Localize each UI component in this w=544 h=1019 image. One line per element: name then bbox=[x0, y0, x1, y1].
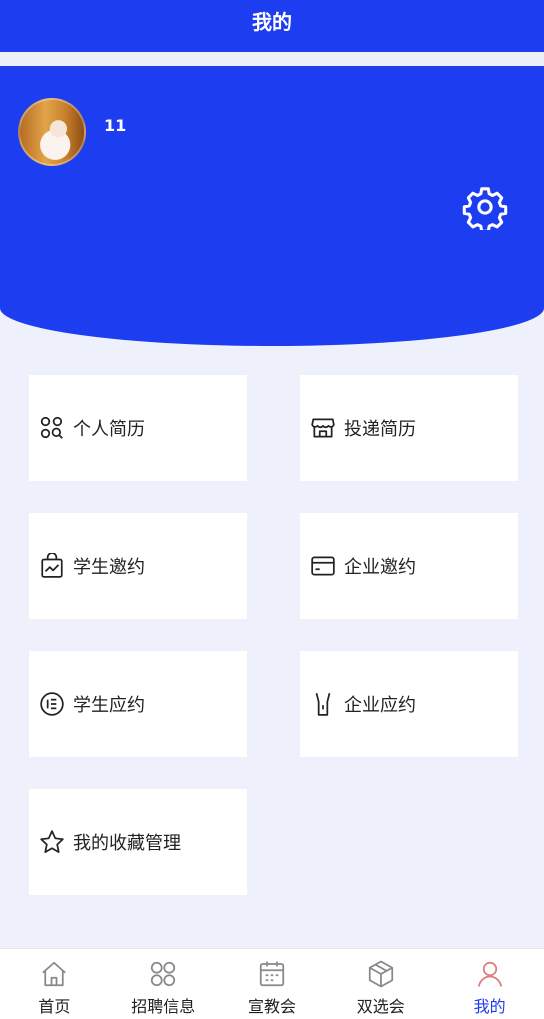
menu-label: 我的收藏管理 bbox=[73, 833, 181, 854]
tab-label: 我的 bbox=[473, 997, 506, 1016]
store-icon bbox=[311, 418, 335, 438]
shopping-bag-chart-icon bbox=[41, 553, 63, 578]
tab-label: 招聘信息 bbox=[131, 997, 196, 1016]
tab-jobs[interactable]: 招聘信息 bbox=[109, 949, 218, 1019]
menu-item-company-invite[interactable]: 企业邀约 bbox=[300, 513, 518, 619]
menu-label: 企业应约 bbox=[344, 695, 416, 716]
username: 11 bbox=[104, 116, 127, 135]
menu-label: 个人简历 bbox=[73, 419, 145, 440]
menu-item-submit-resume[interactable]: 投递简历 bbox=[300, 375, 518, 481]
calendar-icon bbox=[259, 961, 285, 987]
tab-label: 首页 bbox=[38, 997, 71, 1016]
tab-label: 双选会 bbox=[356, 997, 405, 1016]
menu-item-student-invite[interactable]: 学生邀约 bbox=[29, 513, 247, 619]
menu-label: 企业邀约 bbox=[344, 557, 416, 578]
menu-label: 学生应约 bbox=[73, 695, 145, 716]
tab-job-fair[interactable]: 双选会 bbox=[326, 949, 435, 1019]
home-icon bbox=[42, 961, 67, 987]
menu-item-company-accept[interactable]: 企业应约 bbox=[300, 651, 518, 757]
avatar[interactable] bbox=[18, 98, 86, 166]
bottom-tab-bar: 首页 招聘信息 宣教会 双选会 我的 bbox=[0, 948, 544, 1019]
list-circle-icon bbox=[40, 692, 64, 716]
profile-header: 11 bbox=[0, 66, 544, 346]
tab-seminar[interactable]: 宣教会 bbox=[218, 949, 327, 1019]
user-icon bbox=[477, 961, 502, 987]
menu-item-resume[interactable]: 个人简历 bbox=[29, 375, 247, 481]
grid-icon bbox=[151, 961, 176, 987]
tab-home[interactable]: 首页 bbox=[0, 949, 109, 1019]
user-search-icon bbox=[40, 416, 63, 439]
gear-icon[interactable] bbox=[462, 184, 508, 230]
menu-item-student-accept[interactable]: 学生应约 bbox=[29, 651, 247, 757]
star-icon bbox=[40, 830, 64, 853]
card-icon bbox=[311, 556, 335, 576]
divider bbox=[0, 52, 544, 66]
tab-label: 宣教会 bbox=[247, 997, 296, 1016]
box-icon bbox=[368, 960, 393, 988]
menu-label: 投递简历 bbox=[344, 419, 416, 440]
menu-item-favorites[interactable]: 我的收藏管理 bbox=[29, 789, 247, 895]
menu-label: 学生邀约 bbox=[73, 557, 145, 578]
flashlight-icon bbox=[315, 692, 331, 716]
page-title: 我的 bbox=[0, 0, 544, 52]
tab-mine[interactable]: 我的 bbox=[435, 949, 544, 1019]
